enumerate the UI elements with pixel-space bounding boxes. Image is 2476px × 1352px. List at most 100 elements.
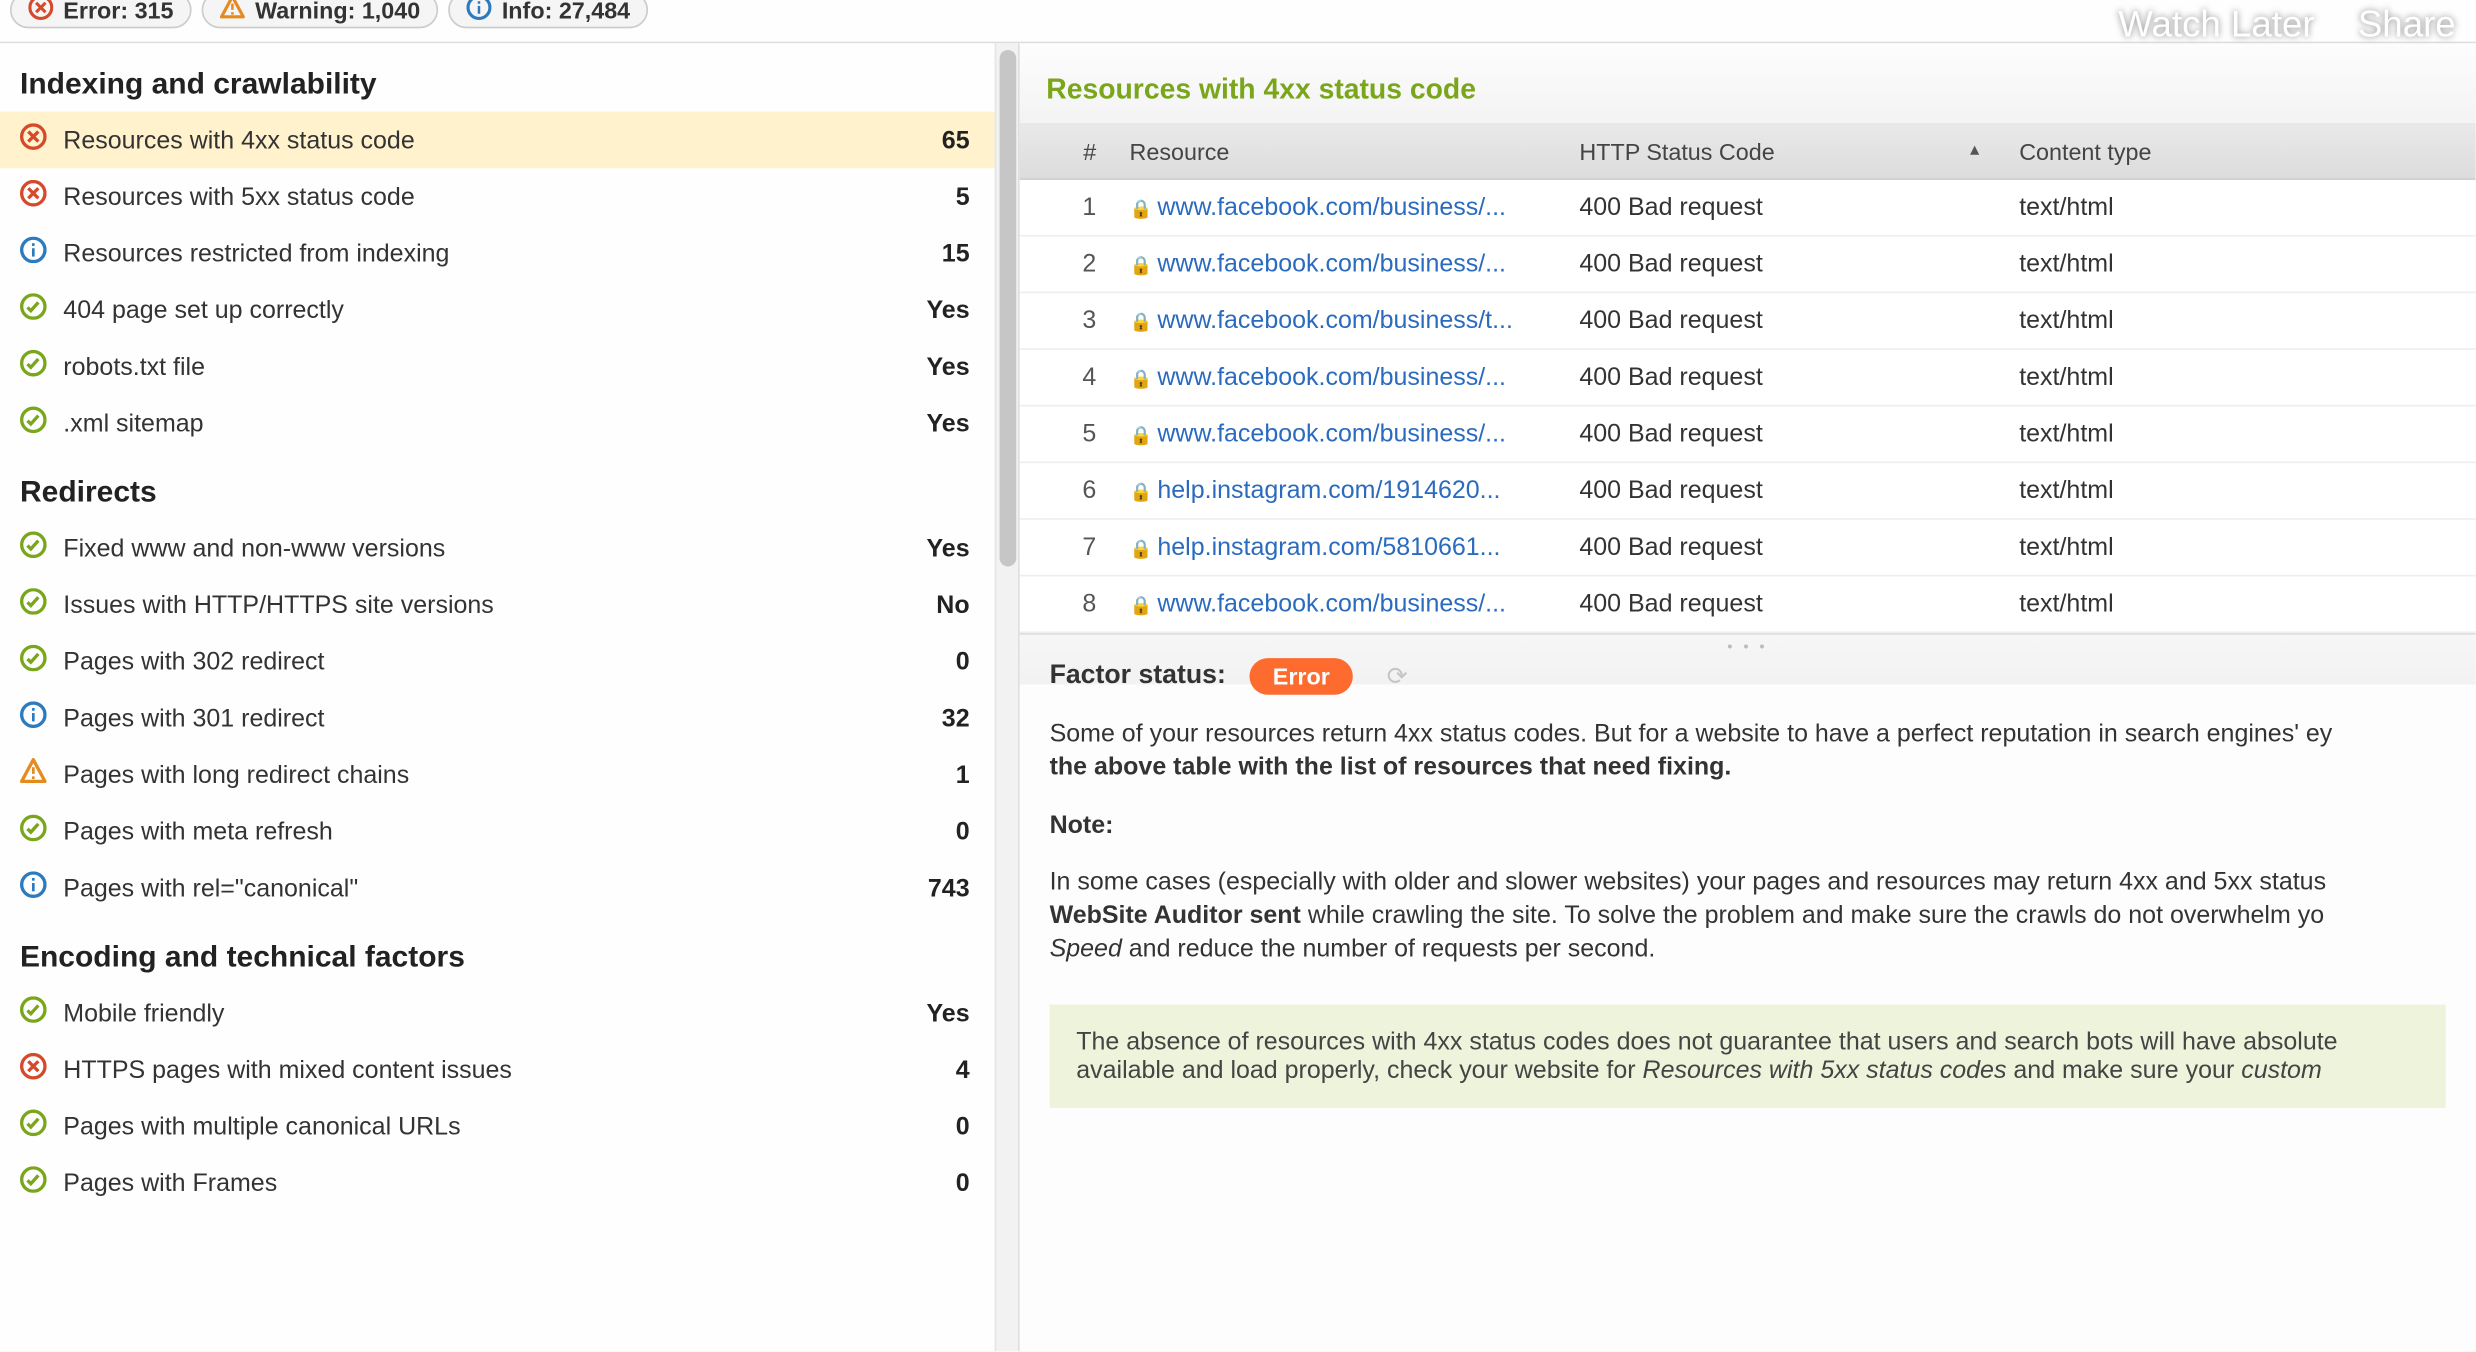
audit-row-label: Pages with Frames bbox=[63, 1169, 896, 1197]
warning-icon bbox=[17, 758, 50, 791]
table-row[interactable]: 3🔒www.facebook.com/business/t...400 Bad … bbox=[1020, 293, 2476, 350]
scrollbar-track[interactable] bbox=[995, 43, 1018, 1351]
audit-row[interactable]: Pages with 301 redirect32 bbox=[0, 690, 996, 747]
drag-handle-icon[interactable]: • • • bbox=[1727, 638, 1768, 655]
cell-resource: 🔒www.facebook.com/business/... bbox=[1113, 576, 1563, 631]
resource-link[interactable]: help.instagram.com/1914620... bbox=[1157, 476, 1500, 504]
warning-icon bbox=[220, 0, 245, 25]
audit-row[interactable]: Mobile friendlyYes bbox=[0, 985, 996, 1042]
audit-row[interactable]: Pages with meta refresh0 bbox=[0, 803, 996, 860]
cell-resource: 🔒www.facebook.com/business/... bbox=[1113, 407, 1563, 462]
audit-row[interactable]: Issues with HTTP/HTTPS site versionsNo bbox=[0, 576, 996, 633]
audit-row-label: Pages with rel="canonical" bbox=[63, 874, 896, 902]
col-content-type[interactable]: Content type bbox=[2003, 125, 2476, 178]
audit-row-label: robots.txt file bbox=[63, 352, 896, 380]
audit-row-label: Fixed www and non-www versions bbox=[63, 534, 896, 562]
table-row[interactable]: 4🔒www.facebook.com/business/...400 Bad r… bbox=[1020, 350, 2476, 407]
refresh-icon[interactable]: ⟳ bbox=[1387, 661, 1408, 691]
cell-status: 400 Bad request bbox=[1563, 576, 2003, 631]
audit-row-value: No bbox=[896, 591, 979, 619]
table-row[interactable]: 5🔒www.facebook.com/business/...400 Bad r… bbox=[1020, 407, 2476, 464]
lock-icon: 🔒 bbox=[1130, 200, 1153, 220]
ok-icon bbox=[17, 996, 50, 1029]
audit-row-label: Issues with HTTP/HTTPS site versions bbox=[63, 591, 896, 619]
audit-row-value: Yes bbox=[896, 534, 979, 562]
cell-status: 400 Bad request bbox=[1563, 237, 2003, 292]
resource-link[interactable]: www.facebook.com/business/... bbox=[1157, 363, 1506, 391]
error-label: Error: 315 bbox=[63, 0, 173, 23]
resource-link[interactable]: www.facebook.com/business/... bbox=[1157, 250, 1506, 278]
audit-row[interactable]: HTTPS pages with mixed content issues4 bbox=[0, 1041, 996, 1098]
cell-content-type: text/html bbox=[2003, 463, 2476, 518]
lock-icon: 🔒 bbox=[1130, 313, 1153, 333]
audit-row-value: 0 bbox=[896, 647, 979, 675]
error-pill[interactable]: Error: 315 bbox=[10, 0, 192, 28]
cell-number: 8 bbox=[1020, 576, 1113, 631]
table-row[interactable]: 1🔒www.facebook.com/business/...400 Bad r… bbox=[1020, 180, 2476, 237]
info-icon bbox=[467, 0, 492, 25]
cell-resource: 🔒www.facebook.com/business/... bbox=[1113, 350, 1563, 405]
warning-pill[interactable]: Warning: 1,040 bbox=[202, 0, 439, 28]
table-row[interactable]: 6🔒help.instagram.com/1914620...400 Bad r… bbox=[1020, 463, 2476, 520]
audit-row-value: 0 bbox=[896, 1112, 979, 1140]
audit-row-value: 0 bbox=[896, 1169, 979, 1197]
audit-row-label: Pages with multiple canonical URLs bbox=[63, 1112, 896, 1140]
callout-box: The absence of resources with 4xx status… bbox=[1050, 1004, 2446, 1107]
resource-link[interactable]: help.instagram.com/5810661... bbox=[1157, 533, 1500, 561]
col-number[interactable]: # bbox=[1020, 125, 1113, 178]
factor-status-label: Factor status: bbox=[1050, 661, 1226, 691]
cell-status: 400 Bad request bbox=[1563, 520, 2003, 575]
audit-row-value: Yes bbox=[896, 296, 979, 324]
audit-row-value: Yes bbox=[896, 999, 979, 1027]
watch-later-link[interactable]: Watch Later bbox=[2118, 3, 2314, 46]
content-panel: Resources with 4xx status code # Resourc… bbox=[1020, 43, 2476, 1351]
table-row[interactable]: 8🔒www.facebook.com/business/...400 Bad r… bbox=[1020, 576, 2476, 633]
audit-row[interactable]: Pages with 302 redirect0 bbox=[0, 633, 996, 690]
cell-number: 5 bbox=[1020, 407, 1113, 462]
resource-link[interactable]: www.facebook.com/business/t... bbox=[1157, 307, 1513, 335]
audit-row[interactable]: Pages with multiple canonical URLs0 bbox=[0, 1098, 996, 1155]
ok-icon bbox=[17, 815, 50, 848]
scrollbar-thumb[interactable] bbox=[1000, 50, 1017, 566]
ok-icon bbox=[17, 1166, 50, 1199]
info-pill[interactable]: Info: 27,484 bbox=[449, 0, 649, 28]
audit-sidebar[interactable]: Indexing and crawlabilityResources with … bbox=[0, 43, 1020, 1351]
cell-number: 4 bbox=[1020, 350, 1113, 405]
info-icon bbox=[17, 701, 50, 734]
ok-icon bbox=[17, 293, 50, 326]
audit-row[interactable]: Pages with rel="canonical"743 bbox=[0, 860, 996, 917]
audit-row-value: 1 bbox=[896, 761, 979, 789]
audit-row[interactable]: .xml sitemapYes bbox=[0, 395, 996, 452]
cell-status: 400 Bad request bbox=[1563, 463, 2003, 518]
table-row[interactable]: 7🔒help.instagram.com/5810661...400 Bad r… bbox=[1020, 520, 2476, 577]
ok-icon bbox=[17, 531, 50, 564]
table-row[interactable]: 2🔒www.facebook.com/business/...400 Bad r… bbox=[1020, 237, 2476, 294]
resource-link[interactable]: www.facebook.com/business/... bbox=[1157, 420, 1506, 448]
audit-row[interactable]: robots.txt fileYes bbox=[0, 338, 996, 395]
audit-row-label: Resources with 5xx status code bbox=[63, 182, 896, 210]
cell-number: 2 bbox=[1020, 237, 1113, 292]
audit-row[interactable]: Resources with 5xx status code5 bbox=[0, 168, 996, 225]
audit-row[interactable]: 404 page set up correctlyYes bbox=[0, 282, 996, 339]
share-link[interactable]: Share bbox=[2358, 3, 2456, 46]
panel-title: Resources with 4xx status code bbox=[1020, 43, 2476, 125]
audit-row-label: Resources with 4xx status code bbox=[63, 126, 896, 154]
ok-icon bbox=[17, 588, 50, 621]
resource-link[interactable]: www.facebook.com/business/... bbox=[1157, 590, 1506, 618]
cell-number: 6 bbox=[1020, 463, 1113, 518]
error-icon bbox=[17, 123, 50, 156]
resource-link[interactable]: www.facebook.com/business/... bbox=[1157, 193, 1506, 221]
audit-row[interactable]: Resources restricted from indexing15 bbox=[0, 225, 996, 282]
audit-row[interactable]: Pages with Frames0 bbox=[0, 1155, 996, 1212]
ok-icon bbox=[17, 645, 50, 678]
cell-resource: 🔒www.facebook.com/business/t... bbox=[1113, 293, 1563, 348]
ok-icon bbox=[17, 407, 50, 440]
col-status[interactable]: HTTP Status Code bbox=[1563, 125, 2003, 178]
audit-row[interactable]: Pages with long redirect chains1 bbox=[0, 746, 996, 803]
audit-row[interactable]: Fixed www and non-www versionsYes bbox=[0, 520, 996, 577]
lock-icon: 🔒 bbox=[1130, 426, 1153, 446]
lock-icon: 🔒 bbox=[1130, 540, 1153, 560]
audit-row[interactable]: Resources with 4xx status code65 bbox=[0, 112, 996, 169]
col-resource[interactable]: Resource bbox=[1113, 125, 1563, 178]
info-label: Info: 27,484 bbox=[502, 0, 630, 23]
